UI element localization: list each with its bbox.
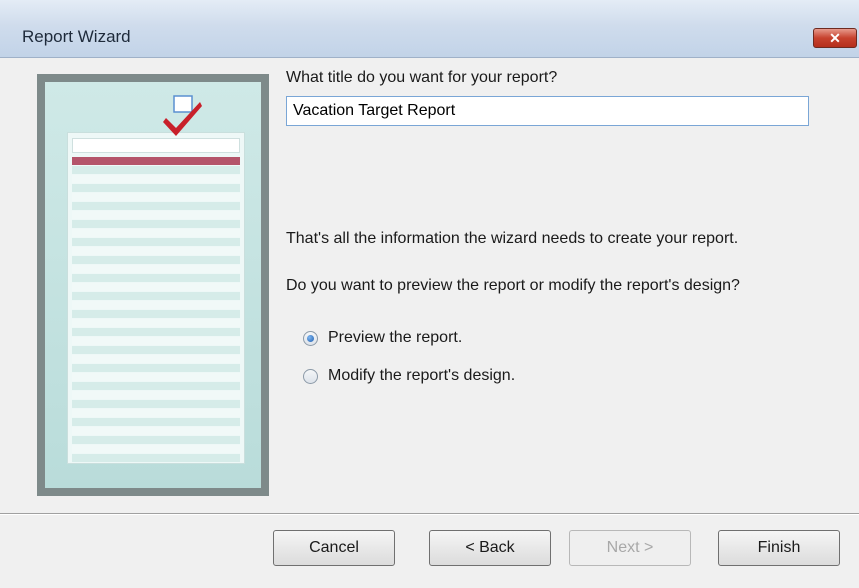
preview-background <box>45 82 261 488</box>
report-preview-image <box>37 74 269 496</box>
mini-report-row <box>72 166 240 174</box>
mini-report-row <box>72 328 240 336</box>
mini-report-column-band <box>72 157 240 165</box>
button-separator <box>0 513 859 515</box>
mini-report-row <box>72 265 240 273</box>
window-title: Report Wizard <box>22 27 131 46</box>
mini-report-row <box>72 337 240 345</box>
info-text: That's all the information the wizard ne… <box>286 230 739 247</box>
next-button[interactable]: Next > <box>569 530 691 566</box>
radio-preview-report[interactable] <box>303 330 318 346</box>
mini-report-row <box>72 274 240 282</box>
question-text: Do you want to preview the report or mod… <box>286 277 740 294</box>
mini-report-row <box>72 283 240 291</box>
mini-report-row <box>72 391 240 399</box>
title-bar[interactable]: Report Wizard ✕ <box>0 0 859 58</box>
mini-report-row <box>72 400 240 408</box>
mini-report-row <box>72 256 240 264</box>
mini-report-row <box>72 346 240 354</box>
mini-report-row <box>72 220 240 228</box>
mini-report-row <box>72 175 240 183</box>
option-preview-report[interactable]: Preview the report. <box>303 329 462 347</box>
mini-report-row <box>72 445 240 453</box>
mini-report-row <box>72 247 240 255</box>
mini-report-row <box>72 184 240 192</box>
mini-report-header <box>72 138 240 153</box>
mini-report-sheet <box>67 132 245 464</box>
mini-report-row <box>72 202 240 210</box>
mini-report-row <box>72 409 240 417</box>
mini-report-row <box>72 301 240 309</box>
mini-report-row <box>72 382 240 390</box>
back-button[interactable]: < Back <box>429 530 551 566</box>
mini-report-row <box>72 454 240 462</box>
mini-report-row <box>72 436 240 444</box>
close-icon: ✕ <box>829 30 841 46</box>
mini-report-row <box>72 355 240 363</box>
cancel-button[interactable]: Cancel <box>273 530 395 566</box>
mini-report-row <box>72 373 240 381</box>
mini-report-row <box>72 427 240 435</box>
report-title-input[interactable] <box>286 96 809 126</box>
option-modify-label: Modify the report's design. <box>328 367 516 384</box>
mini-report-row <box>72 211 240 219</box>
mini-report-row <box>72 319 240 327</box>
mini-report-row <box>72 364 240 372</box>
title-prompt-label: What title do you want for your report? <box>286 69 558 86</box>
mini-report-row <box>72 310 240 318</box>
report-wizard-dialog: Report Wizard ✕ What title do you want f… <box>0 0 859 588</box>
mini-report-row <box>72 418 240 426</box>
radio-modify-design[interactable] <box>303 368 318 384</box>
close-button[interactable]: ✕ <box>813 28 857 48</box>
mini-report-row <box>72 238 240 246</box>
mini-report-row <box>72 193 240 201</box>
finish-button[interactable]: Finish <box>718 530 840 566</box>
option-modify-design[interactable]: Modify the report's design. <box>303 367 515 385</box>
mini-report-row <box>72 229 240 237</box>
mini-report-row <box>72 292 240 300</box>
option-preview-label: Preview the report. <box>328 329 463 346</box>
checkmark-icon <box>163 95 202 136</box>
